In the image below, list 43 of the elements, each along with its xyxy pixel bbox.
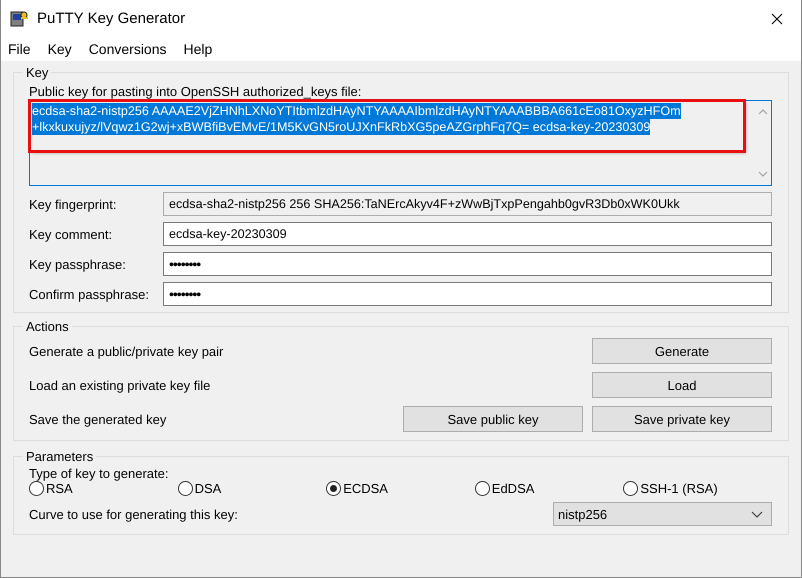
curve-label: Curve to use for generating this key: bbox=[29, 506, 238, 522]
key-type-radio[interactable]: DSA bbox=[178, 481, 326, 496]
curve-dropdown[interactable]: nistp256 bbox=[553, 502, 772, 526]
public-key-box[interactable]: ecdsa-sha2-nistp256 AAAAE2VjZHNhLXNoYTItbmlzdHAyNTYAAAAIbmlzdHAyNTYAAABBBA661cEo81OxyzHFOm +lkxkuxujyz/lVqwz1G2wj+xBWBfiBvEMvE/1M5KvGN5roUJXnFkRbXG5peAZGrphFq7Q= ecdsa-key-20230309 bbox=[29, 100, 772, 186]
passphrase-field[interactable]: •••••••• bbox=[163, 282, 772, 306]
action-label: Generate a public/private key pair bbox=[29, 344, 224, 358]
input-field[interactable]: ecdsa-sha2-nistp256 256 SHA256:TaNErcAkyv4F+zWwBjTxpPengahb0gvR3Db0xWK0Ukk bbox=[163, 192, 772, 216]
action-button[interactable]: Save private key bbox=[592, 406, 772, 432]
action-button[interactable]: Save public key bbox=[403, 406, 583, 432]
menu-item[interactable]: Help bbox=[184, 41, 212, 57]
close-icon[interactable] bbox=[771, 12, 783, 24]
key-type-radio[interactable]: ECDSA bbox=[326, 481, 475, 496]
action-label: Save the generated key bbox=[29, 412, 166, 426]
radio-circle[interactable] bbox=[474, 481, 490, 496]
field-label: Key passphrase: bbox=[29, 256, 127, 272]
menu-item[interactable]: Conversions bbox=[88, 41, 167, 57]
action-label: Load an existing private key file bbox=[29, 378, 210, 392]
passphrase-field[interactable]: •••••••• bbox=[163, 252, 772, 276]
key-type-label: Type of key to generate: bbox=[29, 466, 170, 481]
field-label: Key comment: bbox=[29, 226, 114, 242]
input-field[interactable]: ecdsa-key-20230309 bbox=[163, 222, 772, 246]
key-type-radio[interactable]: RSA bbox=[29, 481, 178, 496]
group-title: Key bbox=[25, 65, 50, 80]
window-title: PuTTY Key Generator bbox=[37, 10, 186, 27]
public-key-text: +lkxkuxujyz/lVqwz1G2wj+xBWBfiBvEMvE/1M5KvGN5roUJXnFkRbXG5peAZGrphFq7Q= ecdsa-key-20230309 bbox=[32, 119, 650, 135]
app-icon bbox=[9, 8, 29, 28]
menu-item[interactable]: File bbox=[8, 41, 31, 57]
radio-circle[interactable] bbox=[326, 481, 342, 496]
public-key-text: ecdsa-sha2-nistp256 AAAAE2VjZHNhLXNoYTItbmlzdHAyNTYAAAAIbmlzdHAyNTYAAABBBA661cEo81OxyzHFOm bbox=[32, 103, 681, 119]
chevron-down-icon bbox=[751, 510, 763, 518]
field-label: Confirm passphrase: bbox=[29, 286, 150, 302]
menu-item[interactable]: Key bbox=[48, 41, 72, 57]
group-title: Actions bbox=[25, 319, 70, 334]
key-type-radio[interactable]: EdDSA bbox=[474, 481, 624, 496]
radio-circle[interactable] bbox=[178, 481, 193, 496]
group-title: Parameters bbox=[25, 449, 94, 464]
radio-circle[interactable] bbox=[29, 481, 44, 496]
public-key-label: Public key for pasting into OpenSSH authorized_keys file: bbox=[29, 84, 362, 100]
action-button[interactable]: Load bbox=[592, 372, 772, 398]
key-type-radio[interactable]: SSH-1 (RSA) bbox=[623, 481, 772, 496]
radio-circle[interactable] bbox=[623, 481, 638, 496]
field-label: Key fingerprint: bbox=[29, 196, 118, 212]
action-button[interactable]: Generate bbox=[592, 338, 772, 364]
